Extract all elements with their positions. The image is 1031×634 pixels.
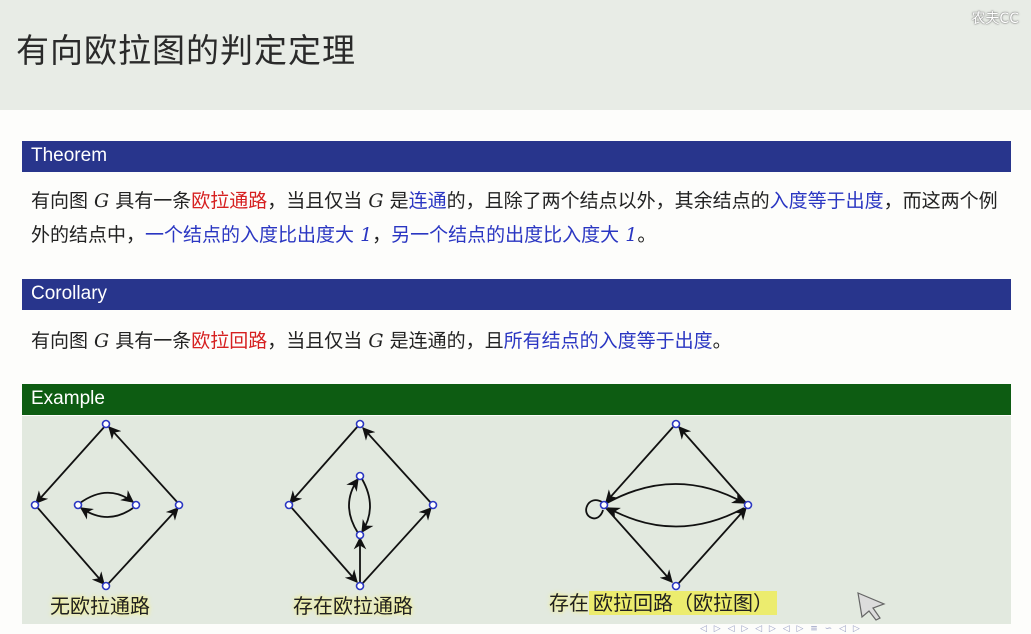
graph1-node: [131, 500, 141, 510]
graph2-node: [284, 500, 294, 510]
graph3-edge: [606, 483, 746, 504]
graph-no-euler-path: [35, 424, 179, 585]
graph1-edge: [36, 506, 105, 585]
graph3-edge: [605, 507, 673, 583]
caption-text: 存在: [293, 594, 333, 618]
graph2-edge: [290, 506, 358, 583]
beamer-navigation-icons[interactable]: ◁ ▷ ◁ ▷ ◁ ▷ ◁ ▷ ≡ ∽ ◁ ▷: [700, 624, 1031, 634]
graph2-node: [428, 500, 438, 510]
cursor-arrow-icon: [857, 592, 886, 621]
graph1-edge: [107, 507, 179, 585]
graph2-edge: [361, 507, 432, 585]
caption-highlighted-text: 欧拉回路（欧拉图）: [589, 591, 777, 615]
graph3-node: [671, 419, 681, 429]
graph1-node: [73, 500, 83, 510]
graph3-edge: [605, 426, 674, 503]
caption-euler-circuit: 存在 欧拉回路（欧拉图）: [549, 587, 777, 616]
caption-text: 欧拉通路: [333, 594, 413, 618]
graph1-node: [30, 500, 40, 510]
graph3-edge: [678, 426, 747, 504]
graph1-edge: [79, 490, 135, 504]
graph2-node: [355, 581, 365, 591]
graph1-edge: [108, 426, 179, 504]
graph2-edge: [289, 425, 359, 504]
caption-no-euler-path: 无欧拉通路: [50, 594, 150, 618]
graph2-node: [355, 530, 365, 540]
graph2-node: [355, 471, 365, 481]
graph1-node: [101, 419, 111, 429]
graph-euler-path: [289, 425, 432, 585]
graph1-edge: [79, 507, 134, 520]
caption-euler-path: 存在欧拉通路: [293, 590, 413, 619]
graph3-edge: [677, 507, 747, 585]
graph-euler-circuit: [585, 426, 747, 585]
graph2-node: [355, 419, 365, 429]
graph1-edge: [35, 424, 107, 504]
graph1-node: [174, 500, 184, 510]
graph3-node: [599, 500, 609, 510]
graph2-edge: [361, 478, 374, 534]
graph3-edge: [606, 507, 745, 528]
example-graphs: [30, 419, 886, 621]
graph3-node: [743, 500, 753, 510]
graph2-edge: [346, 477, 359, 534]
graph2-edge: [362, 427, 432, 504]
graph1-node: [101, 581, 111, 591]
caption-text: 存在: [549, 591, 589, 615]
